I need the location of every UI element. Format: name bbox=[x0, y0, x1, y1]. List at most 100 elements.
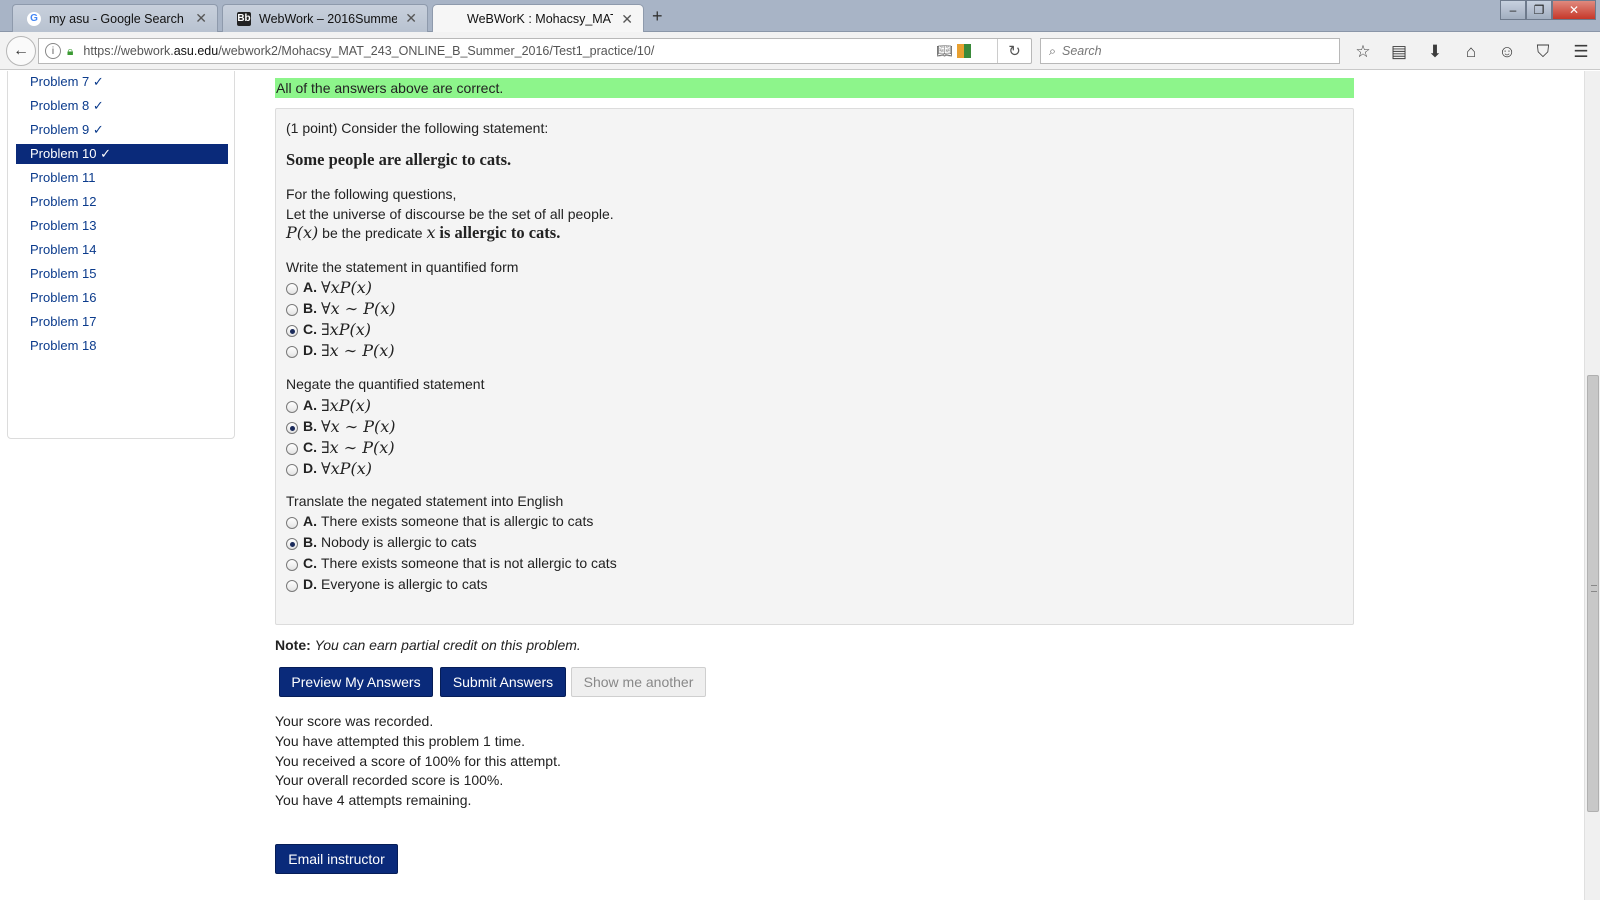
radio-button[interactable] bbox=[286, 580, 298, 592]
problem-list-sidebar: Problem 7 ✓ Problem 8 ✓ Problem 9 ✓ Prob… bbox=[7, 71, 235, 439]
close-window-icon[interactable]: ✕ bbox=[1552, 0, 1596, 20]
tab-webwork-active[interactable]: WeBWorK : Mohacsy_MAT... ✕ bbox=[432, 4, 644, 33]
score-line-5: You have 4 attempts remaining. bbox=[275, 792, 472, 808]
reload-icon[interactable]: ↻ bbox=[997, 39, 1031, 63]
q2-prompt: Negate the quantified statement bbox=[286, 376, 485, 392]
score-line-3: You received a score of 100% for this at… bbox=[275, 753, 561, 769]
search-input[interactable]: ⌕ Search bbox=[1040, 38, 1340, 64]
url-text: https://webwork.asu.edu/webwork2/Mohacsy… bbox=[83, 44, 655, 58]
sidebar-item-problem-16[interactable]: Problem 16 bbox=[16, 288, 228, 308]
lock-icon: 🔒︎ bbox=[67, 43, 74, 58]
sidebar-item-problem-7[interactable]: Problem 7 ✓ bbox=[16, 72, 228, 92]
radio-button-selected[interactable] bbox=[286, 422, 298, 434]
navigation-toolbar: ← i 🔒︎ https://webwork.asu.edu/webwork2/… bbox=[0, 32, 1600, 70]
radio-button[interactable] bbox=[286, 517, 298, 529]
info-icon[interactable]: i bbox=[45, 43, 61, 59]
extension-icon[interactable] bbox=[957, 44, 971, 58]
predicate-definition: P(x) be the predicate x is allergic to c… bbox=[286, 223, 560, 243]
show-another-button: Show me another bbox=[571, 667, 706, 697]
tab-title: my asu - Google Search bbox=[49, 11, 184, 26]
q2-option-d[interactable]: D. ∀xP(x) bbox=[286, 458, 372, 478]
q3-prompt: Translate the negated statement into Eng… bbox=[286, 493, 564, 509]
scrollbar-thumb[interactable] bbox=[1587, 375, 1599, 812]
tab-title: WebWork – 2016SummerB... bbox=[259, 11, 398, 26]
score-line-2: You have attempted this problem 1 time. bbox=[275, 733, 526, 749]
q1-option-b[interactable]: B. ∀x ∼ P(x) bbox=[286, 298, 396, 318]
sidebar-item-problem-18[interactable]: Problem 18 bbox=[16, 336, 228, 356]
bookmarks-list-icon[interactable]: ▤ bbox=[1388, 41, 1410, 63]
google-icon: G bbox=[27, 11, 41, 26]
browser-tab-bar: G my asu - Google Search ✕ Bb WebWork – … bbox=[0, 0, 1600, 33]
q2-option-c[interactable]: C. ∃x ∼ P(x) bbox=[286, 437, 395, 457]
sidebar-item-problem-13[interactable]: Problem 13 bbox=[16, 216, 228, 236]
blackboard-icon: Bb bbox=[237, 11, 251, 26]
search-icon: ⌕ bbox=[1049, 43, 1057, 58]
score-line-1: Your score was recorded. bbox=[275, 713, 434, 729]
sidebar-item-problem-11[interactable]: Problem 11 bbox=[16, 168, 228, 188]
minimize-icon[interactable]: ‒ bbox=[1500, 0, 1526, 20]
sidebar-item-problem-17[interactable]: Problem 17 bbox=[16, 312, 228, 332]
score-line-4: Your overall recorded score is 100%. bbox=[275, 772, 504, 788]
q3-option-d[interactable]: D. Everyone is allergic to cats bbox=[286, 574, 488, 594]
radio-button[interactable] bbox=[286, 401, 298, 413]
predicate-var: x bbox=[426, 223, 436, 242]
problem-box: (1 point) Consider the following stateme… bbox=[275, 108, 1354, 625]
menu-icon[interactable]: ☰ bbox=[1570, 41, 1592, 63]
radio-button[interactable] bbox=[286, 464, 298, 476]
predicate-symbol: P(x) bbox=[286, 223, 319, 242]
new-tab-button[interactable]: + bbox=[652, 6, 663, 27]
email-instructor-button[interactable]: Email instructor bbox=[275, 844, 398, 874]
q2-option-a[interactable]: A. ∃xP(x) bbox=[286, 395, 371, 415]
radio-button[interactable] bbox=[286, 443, 298, 455]
scroll-grip-icon bbox=[1591, 585, 1597, 592]
setup-line-2: Let the universe of discourse be the set… bbox=[286, 206, 614, 222]
partial-credit-note: Note: You can earn partial credit on thi… bbox=[275, 637, 581, 653]
preview-answers-button[interactable]: Preview My Answers bbox=[279, 667, 433, 697]
predicate-text: be the predicate bbox=[322, 225, 423, 241]
radio-button[interactable] bbox=[286, 346, 298, 358]
reader-view-icon[interactable]: 📖︎ bbox=[936, 43, 953, 59]
chat-icon[interactable]: ☺ bbox=[1496, 41, 1518, 63]
correct-answers-banner: All of the answers above are correct. bbox=[275, 78, 1354, 98]
maximize-icon[interactable]: ❐ bbox=[1526, 0, 1552, 20]
page-content: Problem 7 ✓ Problem 8 ✓ Problem 9 ✓ Prob… bbox=[0, 71, 1584, 900]
sidebar-item-problem-10[interactable]: Problem 10 ✓ bbox=[16, 144, 228, 164]
bookmark-star-icon[interactable]: ☆ bbox=[1352, 41, 1374, 63]
setup-line-1: For the following questions, bbox=[286, 186, 457, 202]
search-placeholder: Search bbox=[1062, 44, 1102, 58]
sidebar-item-problem-15[interactable]: Problem 15 bbox=[16, 264, 228, 284]
q1-option-a[interactable]: A. ∀xP(x) bbox=[286, 277, 372, 297]
sidebar-item-problem-8[interactable]: Problem 8 ✓ bbox=[16, 96, 228, 116]
radio-button[interactable] bbox=[286, 304, 298, 316]
problem-statement: Some people are allergic to cats. bbox=[286, 150, 512, 169]
back-arrow-icon: ← bbox=[13, 42, 29, 59]
downloads-icon[interactable]: ⬇ bbox=[1424, 41, 1446, 63]
submit-answers-button[interactable]: Submit Answers bbox=[440, 667, 566, 697]
q3-option-c[interactable]: C. There exists someone that is not aller… bbox=[286, 553, 617, 573]
q3-option-a[interactable]: A. There exists someone that is allergic … bbox=[286, 511, 593, 531]
back-button[interactable]: ← bbox=[6, 36, 36, 66]
close-tab-icon[interactable]: ✕ bbox=[405, 10, 417, 27]
q1-option-d[interactable]: D. ∃x ∼ P(x) bbox=[286, 340, 395, 360]
tab-webwork-blackboard[interactable]: Bb WebWork – 2016SummerB... ✕ bbox=[222, 4, 428, 32]
close-tab-icon[interactable]: ✕ bbox=[195, 10, 207, 27]
q1-prompt: Write the statement in quantified form bbox=[286, 259, 519, 275]
pocket-icon[interactable]: ⛉ bbox=[1532, 41, 1554, 63]
predicate-tail: is allergic to cats. bbox=[439, 223, 561, 242]
q3-option-b[interactable]: B. Nobody is allergic to cats bbox=[286, 532, 477, 552]
close-tab-icon[interactable]: ✕ bbox=[621, 11, 633, 28]
address-bar[interactable]: i 🔒︎ https://webwork.asu.edu/webwork2/Mo… bbox=[38, 38, 1032, 64]
q1-option-c[interactable]: C. ∃xP(x) bbox=[286, 319, 371, 339]
problem-intro: (1 point) Consider the following stateme… bbox=[286, 120, 549, 136]
sidebar-item-problem-12[interactable]: Problem 12 bbox=[16, 192, 228, 212]
sidebar-item-problem-14[interactable]: Problem 14 bbox=[16, 240, 228, 260]
q2-option-b[interactable]: B. ∀x ∼ P(x) bbox=[286, 416, 396, 436]
tab-google-search[interactable]: G my asu - Google Search ✕ bbox=[12, 4, 218, 32]
radio-button[interactable] bbox=[286, 283, 298, 295]
radio-button-selected[interactable] bbox=[286, 325, 298, 337]
radio-button[interactable] bbox=[286, 559, 298, 571]
page-scrollbar[interactable] bbox=[1584, 71, 1600, 900]
radio-button-selected[interactable] bbox=[286, 538, 298, 550]
home-icon[interactable]: ⌂ bbox=[1460, 41, 1482, 63]
sidebar-item-problem-9[interactable]: Problem 9 ✓ bbox=[16, 120, 228, 140]
